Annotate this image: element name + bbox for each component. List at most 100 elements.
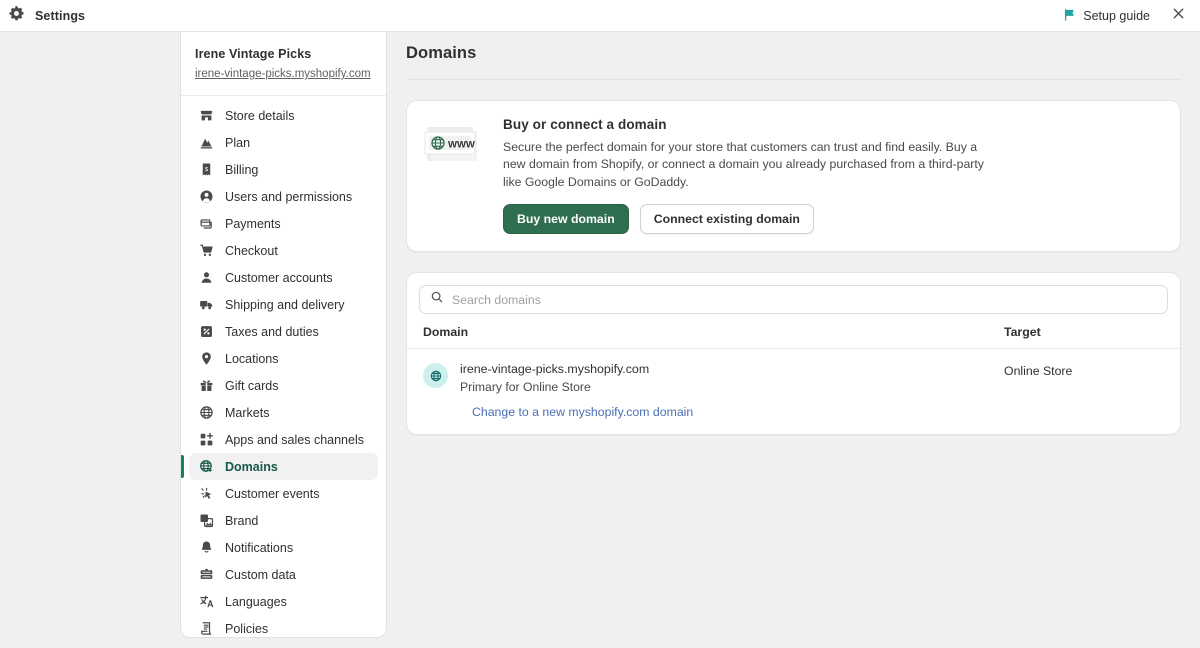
sidebar-item-users-and-permissions[interactable]: Users and permissions [189,183,378,210]
domain-info: irene-vintage-picks.myshopify.com Primar… [460,362,649,394]
sidebar-item-label: Taxes and duties [225,324,319,339]
app-title: Settings [35,8,86,23]
domain-subtitle: Primary for Online Store [460,380,591,395]
apps-plus-icon [199,432,214,447]
payments-icon [199,216,214,231]
www-card-icon: WWW [423,117,481,234]
store-name: Irene Vintage Picks [195,47,312,61]
sidebar-item-label: Customer accounts [225,270,333,285]
sidebar-item-policies[interactable]: Policies [189,615,378,637]
sidebar-item-label: Languages [225,594,287,609]
sidebar-item-store-details[interactable]: Store details [189,102,378,129]
percent-icon [199,324,214,339]
policies-icon [199,621,214,636]
sidebar-item-payments[interactable]: Payments [189,210,378,237]
buy-new-domain-button[interactable]: Buy new domain [503,204,629,235]
sidebar-item-locations[interactable]: Locations [189,345,378,372]
sidebar-item-label: Locations [225,351,279,366]
page-title: Domains [406,44,477,62]
sidebar-item-notifications[interactable]: Notifications [189,534,378,561]
search-input[interactable] [452,292,1157,307]
sidebar-item-label: Apps and sales channels [225,432,364,447]
connect-existing-domain-button[interactable]: Connect existing domain [639,204,814,235]
gift-icon [199,378,214,393]
sidebar-item-label: Gift cards [225,378,279,393]
setup-guide-label: Setup guide [1083,8,1150,23]
sidebar-item-domains[interactable]: Domains [181,453,378,480]
sidebar-item-label: Checkout [225,243,278,258]
sidebar-item-label: Users and permissions [225,189,353,204]
sidebar-item-label: Brand [225,513,259,528]
flag-icon [1063,8,1076,24]
banner-body: Secure the perfect domain for your store… [503,140,984,189]
domain-table-header: Domain Target [407,325,1180,348]
sidebar-item-shipping-and-delivery[interactable]: Shipping and delivery [189,291,378,318]
domains-globe-icon [199,459,214,474]
domain-list-card: Domain Target irene-vintage-picks.myshop… [406,272,1181,436]
gear-icon [8,5,25,27]
sidebar-item-markets[interactable]: Markets [189,399,378,426]
top-bar: Settings Setup guide [0,0,1200,32]
sidebar-item-languages[interactable]: Languages [189,588,378,615]
cursor-click-icon [199,486,214,501]
sidebar-item-checkout[interactable]: Checkout [189,237,378,264]
cart-icon [199,243,214,258]
top-bar-left: Settings [0,5,85,27]
sidebar-item-label: Shipping and delivery [225,297,345,312]
store-header: Irene Vintage Picks irene-vintage-picks.… [181,32,386,96]
search-wrap [407,273,1180,325]
main-content: Domains WWW Buy or connect a domain Secu… [387,32,1200,648]
sidebar-item-taxes-and-duties[interactable]: Taxes and duties [189,318,378,345]
sidebar-item-label: Plan [225,135,251,150]
sidebar-item-billing[interactable]: $ Billing [189,156,378,183]
plan-icon [199,135,214,150]
store-url-link[interactable]: irene-vintage-picks.myshopify.com [195,68,371,80]
person-icon [199,189,214,204]
sidebar-item-gift-cards[interactable]: Gift cards [189,372,378,399]
banner-text: Buy or connect a domain Secure the perfe… [503,117,1003,235]
sidebar-item-label: Domains [225,459,278,474]
sidebar-nav: Store details Plan $ Billing Users and permi… [181,96,386,637]
close-icon [1171,6,1186,26]
sidebar-item-label: Policies [225,621,269,636]
search-icon [430,290,444,309]
sidebar-item-label: Notifications [225,540,294,555]
setup-guide-button[interactable]: Setup guide [1055,4,1158,28]
domain-name: irene-vintage-picks.myshopify.com [460,362,650,377]
sidebar-item-brand[interactable]: Brand [189,507,378,534]
database-icon [199,567,214,582]
column-header-target: Target [1004,325,1041,340]
top-bar-right: Setup guide [1055,2,1200,30]
close-button[interactable] [1164,2,1192,30]
banner-title: Buy or connect a domain [503,117,667,132]
sidebar-item-label: Markets [225,405,270,420]
search-box[interactable] [419,285,1168,315]
buy-or-connect-card: WWW Buy or connect a domain Secure the p… [406,100,1181,253]
sidebar-item-label: Store details [225,108,295,123]
column-header-domain: Domain [423,325,469,340]
change-myshopify-domain-link[interactable]: Change to a new myshopify.com domain [472,405,1164,434]
sidebar-item-custom-data[interactable]: Custom data [189,561,378,588]
brand-image-icon [199,513,214,528]
sidebar-item-apps-and-sales-channels[interactable]: Apps and sales channels [189,426,378,453]
svg-text:WWW: WWW [448,139,475,150]
domain-target: Online Store [1004,364,1073,379]
sidebar-item-plan[interactable]: Plan [189,129,378,156]
sidebar-item-label: Customer events [225,486,320,501]
sidebar-item-customer-accounts[interactable]: Customer accounts [189,264,378,291]
title-divider [406,79,1181,80]
globe-icon [423,363,448,389]
storefront-icon [199,108,214,123]
translate-icon [199,594,214,609]
sidebar-item-label: Payments [225,216,281,231]
settings-sidebar: Irene Vintage Picks irene-vintage-picks.… [180,32,387,638]
table-row-domain-cell: irene-vintage-picks.myshopify.com Primar… [423,362,1004,394]
sidebar-item-customer-events[interactable]: Customer events [189,480,378,507]
markets-globe-icon [199,405,214,420]
sidebar-item-label: Custom data [225,567,296,582]
banner-buttons: Buy new domain Connect existing domain [503,204,1003,235]
sidebar-item-label: Billing [225,162,259,177]
pin-icon [199,351,214,366]
truck-icon [199,297,214,312]
table-row[interactable]: irene-vintage-picks.myshopify.com Primar… [407,349,1180,434]
